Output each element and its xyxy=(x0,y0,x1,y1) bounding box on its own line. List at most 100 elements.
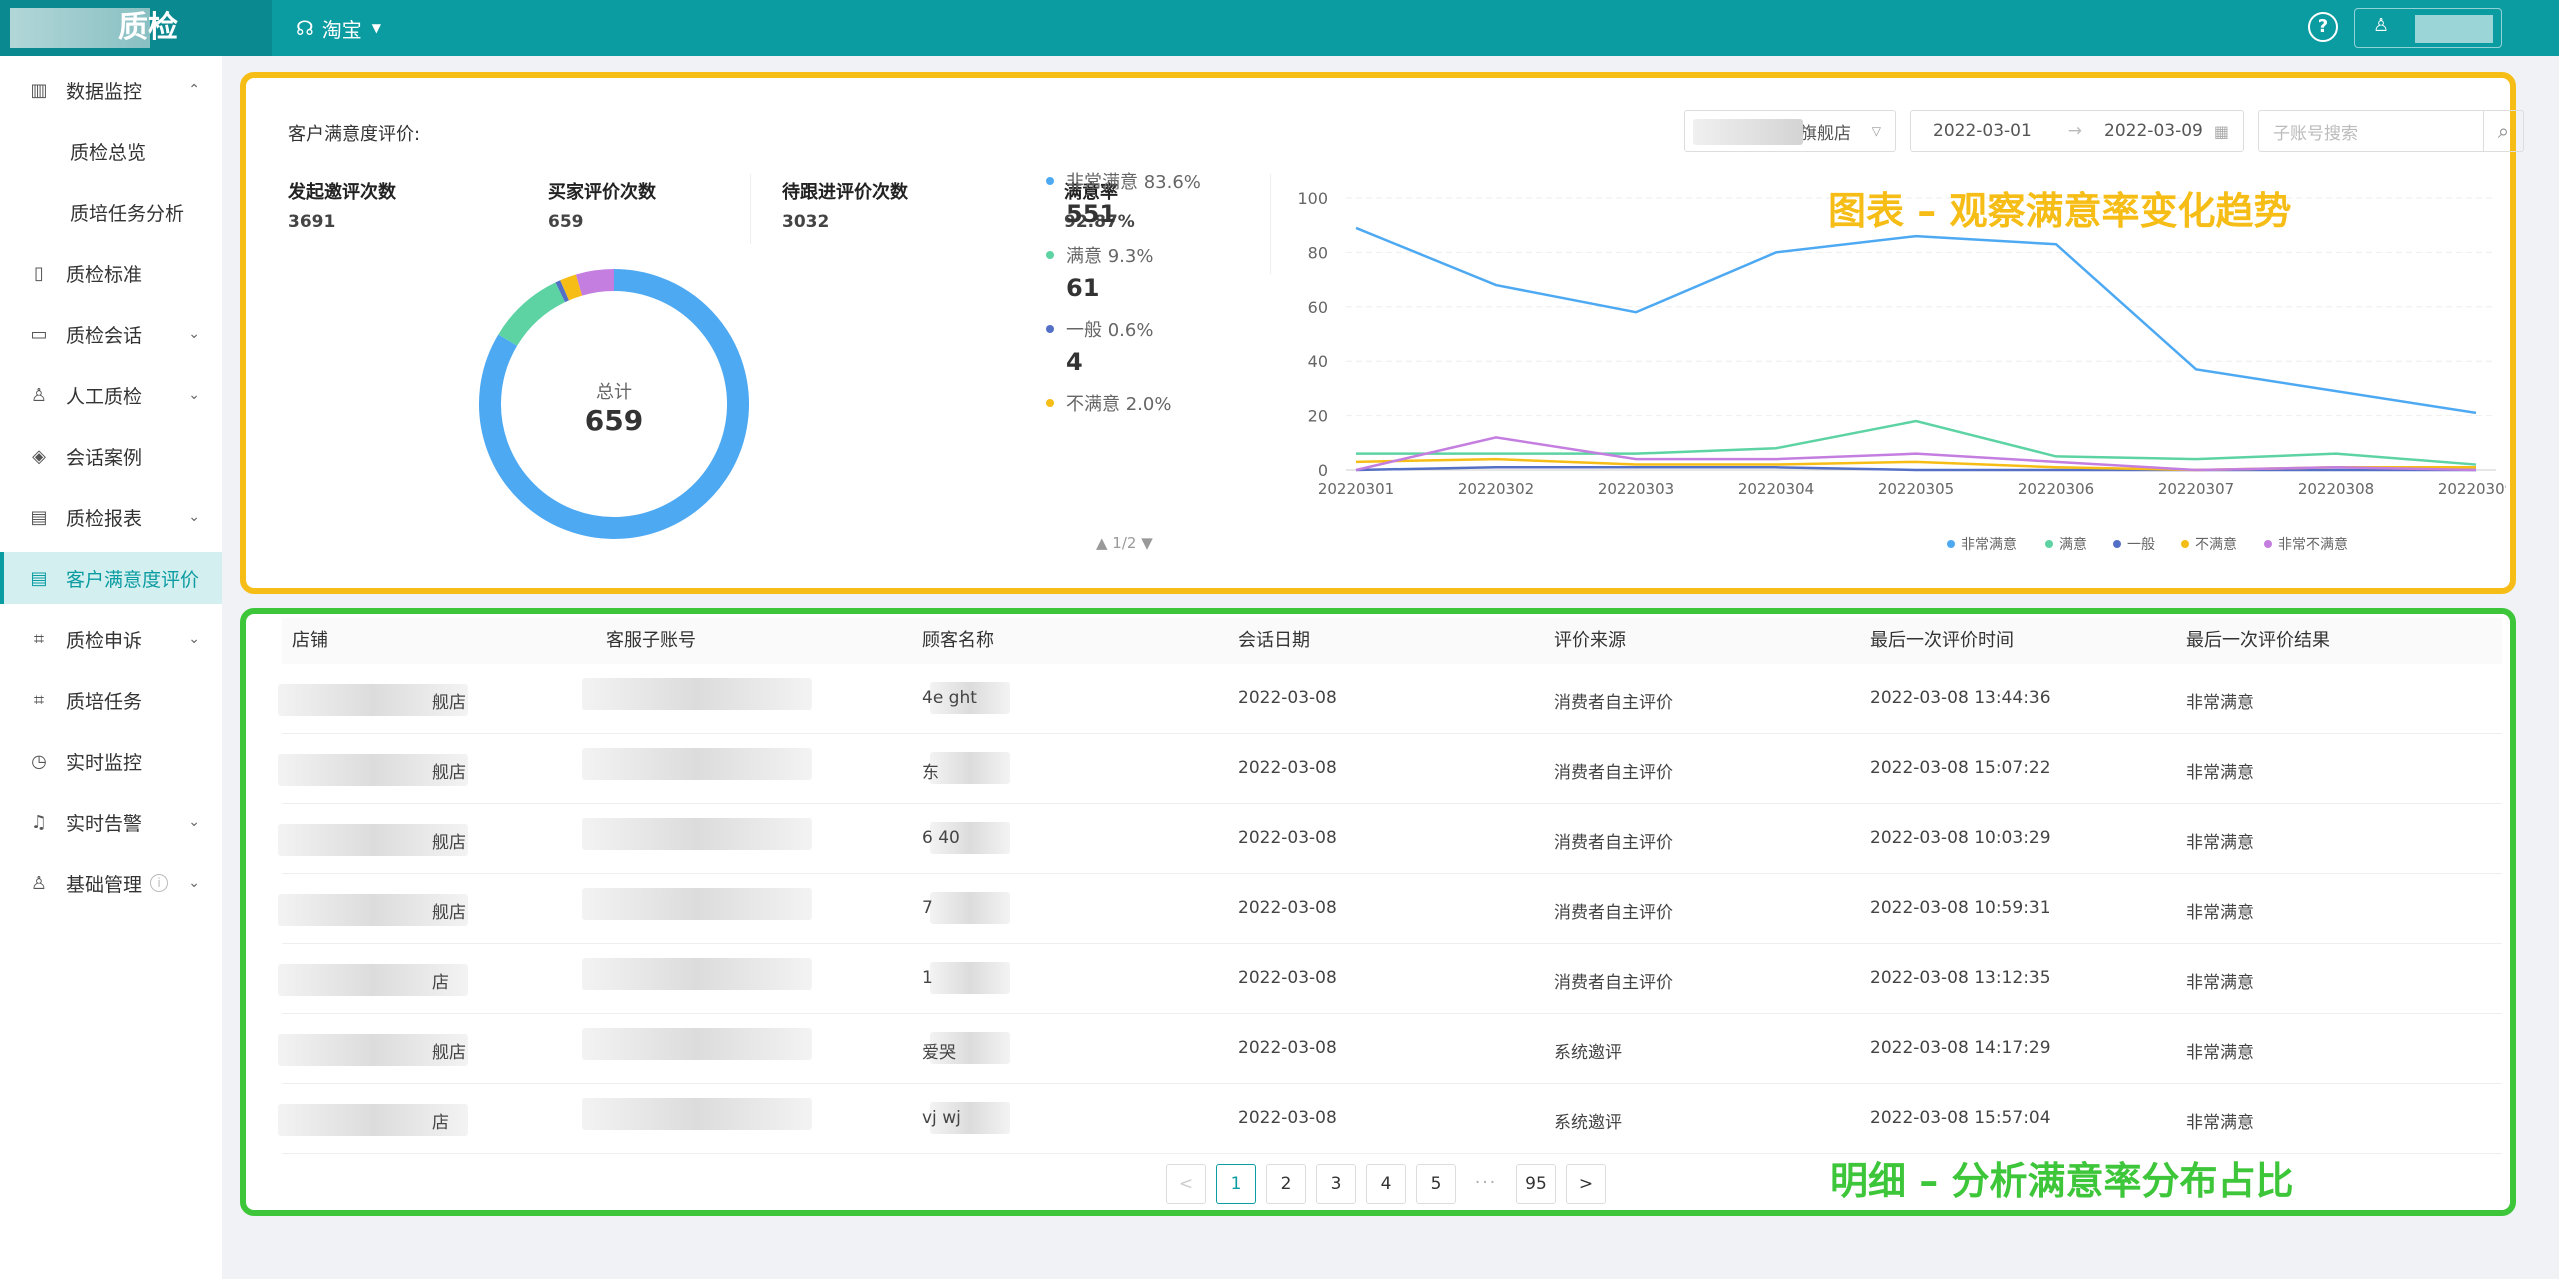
x-tick-label: 20220305 xyxy=(1878,480,1954,498)
legend-item[interactable]: 一般 0.6% 4 xyxy=(1046,316,1246,376)
section-title: 客户满意度评价: xyxy=(288,124,421,145)
subaccount-search-input[interactable]: 子账号搜索 ⌕ xyxy=(2258,110,2524,152)
chat-icon: ▭ xyxy=(30,323,48,345)
chart-annotation: 图表 – 观察满意率变化趋势 xyxy=(1828,189,2292,233)
chevron-down-icon: ⌄ xyxy=(188,387,200,403)
sidebar-item[interactable]: ⌗ 质培任务 xyxy=(0,674,222,726)
legend-label: 满意 9.3% xyxy=(1066,246,1154,267)
cell-result: 非常满意 xyxy=(2186,693,2254,713)
sidebar-item[interactable]: ▯ 质检标准 xyxy=(0,247,222,299)
cell-shop: 舰店 xyxy=(432,763,466,783)
sidebar-item[interactable]: ♫ 实时告警 ⌄ xyxy=(0,796,222,848)
stat-label: 发起邀评次数 xyxy=(288,182,396,203)
page-ellipsis: ··· xyxy=(1466,1164,1506,1204)
sidebar-item-label: 基础管理 xyxy=(66,873,143,896)
legend-dot xyxy=(2181,540,2189,548)
legend-label: 一般 0.6% xyxy=(1066,320,1154,341)
cell-source: 消费者自主评价 xyxy=(1554,903,1673,923)
shop-select[interactable]: 旗舰店 ▽ xyxy=(1684,110,1896,152)
x-tick-label: 20220308 xyxy=(2298,480,2374,498)
sidebar-item[interactable]: ⌗ 质检申诉 ⌄ xyxy=(0,613,222,665)
next-page-button[interactable]: > xyxy=(1566,1164,1606,1204)
sidebar-item[interactable]: 质检总览 xyxy=(0,125,222,177)
table-row[interactable]: 舰店 7 2022-03-08 消费者自主评价 2022-03-08 10:59:31 非… xyxy=(278,874,2502,944)
redacted-block xyxy=(582,678,812,710)
chart-icon: ▥ xyxy=(30,79,48,101)
shop-name-redacted xyxy=(1693,119,1803,145)
page-button[interactable]: 4 xyxy=(1366,1164,1406,1204)
page-button[interactable]: 3 xyxy=(1316,1164,1356,1204)
sidebar-item[interactable]: ▥ 数据监控 ⌃ xyxy=(0,64,222,116)
sidebar-item-label: 质培任务 xyxy=(66,690,143,713)
page-button[interactable]: 2 xyxy=(1266,1164,1306,1204)
cell-source: 消费者自主评价 xyxy=(1554,973,1673,993)
sidebar-item[interactable]: 质培任务分析 xyxy=(0,186,222,238)
sidebar-item-label: 人工质检 xyxy=(66,385,143,408)
grid-icon: ⌗ xyxy=(33,689,45,711)
legend-label[interactable]: 一般 xyxy=(2127,537,2155,553)
help-icon[interactable]: ? xyxy=(2308,12,2338,42)
search-icon[interactable]: ⌕ xyxy=(2483,111,2523,151)
sidebar-item-label: 质检报表 xyxy=(66,507,143,530)
cell-time: 2022-03-08 13:44:36 xyxy=(1870,688,2051,708)
date-end[interactable]: 2022-03-09 xyxy=(2104,121,2203,141)
cell-result: 非常满意 xyxy=(2186,903,2254,923)
sidebar-item[interactable]: ▤ 质检报表 ⌄ xyxy=(0,491,222,543)
detail-annotation: 明细 – 分析满意率分布占比 xyxy=(1830,1159,2294,1203)
sidebar-item[interactable]: ◷ 实时监控 xyxy=(0,735,222,787)
cell-date: 2022-03-08 xyxy=(1238,1038,1337,1058)
platform-switcher[interactable]: ☊ 淘宝 ▼ xyxy=(296,10,381,46)
prev-page-button[interactable]: < xyxy=(1166,1164,1206,1204)
redacted-block xyxy=(582,748,812,780)
sidebar-item-label: 数据监控 xyxy=(66,80,143,103)
user-menu[interactable]: ♙ xyxy=(2354,8,2502,48)
redacted-block xyxy=(582,958,812,990)
info-icon[interactable]: i xyxy=(150,874,169,892)
legend-item[interactable]: 不满意 2.0% xyxy=(1046,390,1246,422)
cell-customer: 爱哭 xyxy=(922,1043,956,1063)
chevron-down-icon: ⌄ xyxy=(188,631,200,647)
chevron-up-icon: ⌃ xyxy=(188,82,200,98)
column-header: 客服子账号 xyxy=(606,630,696,651)
sidebar-item[interactable]: ◈ 会话案例 xyxy=(0,430,222,482)
chevron-down-icon: ⌄ xyxy=(188,509,200,525)
cell-source: 系统邀评 xyxy=(1554,1113,1622,1133)
cell-shop: 店 xyxy=(432,973,449,993)
legend-item[interactable]: 满意 9.3% 61 xyxy=(1046,242,1246,302)
shop-select-value: 旗舰店 xyxy=(1800,123,1851,144)
table-row[interactable]: 舰店 东 2022-03-08 消费者自主评价 2022-03-08 15:07:22 非… xyxy=(278,734,2502,804)
date-start[interactable]: 2022-03-01 xyxy=(1933,121,2032,141)
legend-label[interactable]: 满意 xyxy=(2059,536,2087,553)
page-button[interactable]: 5 xyxy=(1416,1164,1456,1204)
donut-center-label: 总计 xyxy=(596,382,632,403)
app-logo[interactable]: 质检 xyxy=(0,0,272,56)
doc-icon: ▯ xyxy=(34,262,44,284)
table-row[interactable]: 舰店 爱哭 2022-03-08 系统邀评 2022-03-08 14:17:29 非常满… xyxy=(278,1014,2502,1084)
table-row[interactable]: 舰店 6 40 2022-03-08 消费者自主评价 2022-03-08 10:03:… xyxy=(278,804,2502,874)
sidebar-item[interactable]: ▤ 客户满意度评价 xyxy=(0,552,222,604)
satisfaction-trend-line-chart: 0 20 40 60 80 100 20220301 20220302 20220303 2022… xyxy=(1297,189,2506,553)
table-row[interactable]: 店 1 2022-03-08 消费者自主评价 2022-03-08 13:12:35 非常… xyxy=(278,944,2502,1014)
table-row[interactable]: 店 vj wj 2022-03-08 系统邀评 2022-03-08 15:57:04 非… xyxy=(278,1084,2502,1154)
date-range-picker[interactable]: 2022-03-01 → 2022-03-09 ▦ xyxy=(1910,110,2244,152)
column-header: 会话日期 xyxy=(1238,630,1310,651)
table-row[interactable]: 舰店 4e ght 2022-03-08 消费者自主评价 2022-03-08 13:4… xyxy=(278,664,2502,734)
sidebar-item[interactable]: ♙ 基础管理 i ⌄ xyxy=(0,857,222,909)
cell-customer: 东 xyxy=(922,763,939,783)
chevron-down-icon: ⌄ xyxy=(188,814,200,830)
legend-dot xyxy=(1046,251,1054,259)
legend-label[interactable]: 不满意 xyxy=(2195,536,2237,553)
donut-slice xyxy=(498,282,566,347)
sidebar-item-label: 客户满意度评价 xyxy=(66,568,200,591)
sidebar-item[interactable]: ♙ 人工质检 ⌄ xyxy=(0,369,222,421)
legend-label[interactable]: 非常不满意 xyxy=(2278,536,2348,553)
y-tick-label: 80 xyxy=(1308,243,1328,262)
page-button[interactable]: 95 xyxy=(1516,1164,1556,1204)
legend-label[interactable]: 非常满意 xyxy=(1961,536,2017,553)
sidebar-item[interactable]: ▭ 质检会话 ⌄ xyxy=(0,308,222,360)
legend-pager[interactable]: ▲ 1/2 ▼ xyxy=(1096,534,1153,552)
stat-invites: 发起邀评次数 3691 xyxy=(288,178,396,232)
page-button[interactable]: 1 xyxy=(1216,1164,1256,1204)
legend-item[interactable]: 非常满意 83.6% 551 xyxy=(1046,168,1246,228)
divider xyxy=(750,174,751,244)
